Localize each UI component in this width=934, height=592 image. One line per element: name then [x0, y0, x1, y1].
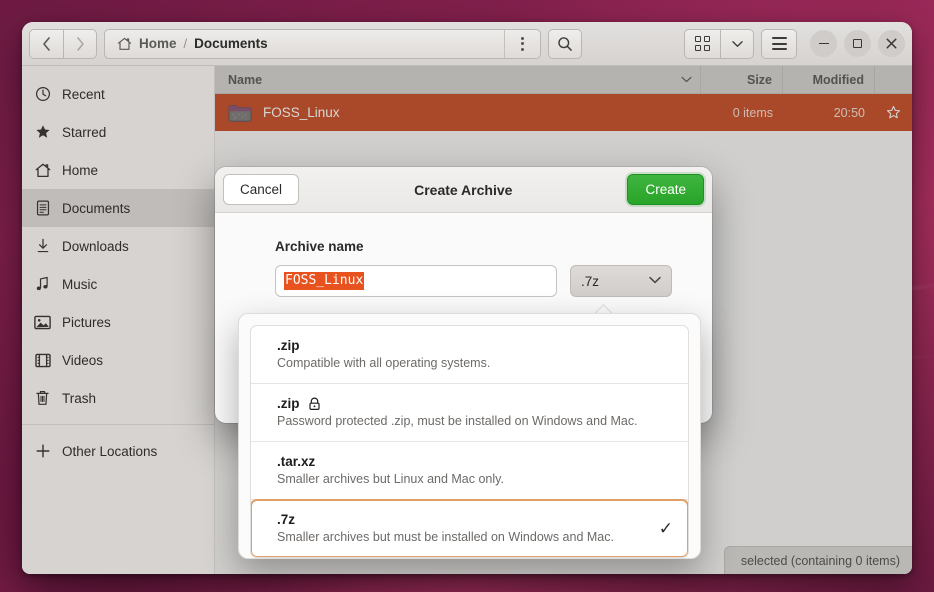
path-bar-menu-button[interactable]	[504, 29, 540, 58]
film-icon	[34, 352, 51, 369]
sidebar-item-other-locations[interactable]: Other Locations	[22, 432, 214, 470]
breadcrumb-item-home[interactable]: Home	[139, 36, 177, 51]
sidebar-item-label: Home	[62, 162, 99, 178]
clock-icon	[34, 86, 51, 103]
archive-format-option-list: .zip Compatible with all operating syste…	[250, 325, 689, 558]
sidebar-item-documents[interactable]: Documents	[22, 189, 214, 227]
format-option-desc: Compatible with all operating systems.	[277, 356, 491, 370]
sidebar-item-pictures[interactable]: Pictures	[22, 303, 214, 341]
format-option-title: .zip	[277, 396, 638, 411]
sidebar-item-label: Videos	[62, 352, 104, 368]
format-option-title-label: .zip	[277, 338, 300, 353]
archive-name-label: Archive name	[275, 239, 364, 254]
format-option-title: .tar.xz	[277, 454, 504, 469]
home-icon	[34, 162, 51, 179]
dialog-header: Cancel Create Archive Create	[215, 167, 712, 213]
sidebar-item-videos[interactable]: Videos	[22, 341, 214, 379]
sidebar: Recent Starred Home Documents Downloads …	[22, 66, 215, 574]
sidebar-item-music[interactable]: Music	[22, 265, 214, 303]
window-header-bar: Home / Documents	[22, 22, 912, 66]
format-option-desc: Password protected .zip, must be install…	[277, 414, 638, 428]
image-icon	[34, 314, 51, 331]
format-option-texts: .zip Compatible with all operating syste…	[277, 338, 490, 370]
search-icon	[558, 36, 572, 51]
archive-format-popover: .zip Compatible with all operating syste…	[238, 313, 701, 559]
sidebar-item-recent[interactable]: Recent	[22, 75, 214, 113]
sidebar-item-downloads[interactable]: Downloads	[22, 227, 214, 265]
chevron-right-icon	[76, 36, 84, 51]
star-icon	[34, 124, 51, 141]
check-icon: ✓	[658, 518, 673, 538]
breadcrumb-item-documents[interactable]: Documents	[194, 36, 268, 51]
format-option-7z[interactable]: .7z Smaller archives but must be install…	[251, 499, 688, 557]
main-menu-button[interactable]	[761, 28, 797, 59]
archive-name-input[interactable]: FOSS_Linux	[275, 265, 557, 297]
view-mode-controls	[684, 28, 754, 59]
format-option-zip-encrypted[interactable]: .zip Password protected .zip, must be in…	[251, 384, 688, 442]
archive-name-row: FOSS_Linux .7z	[275, 265, 672, 297]
chevron-down-icon	[731, 40, 743, 47]
three-dots-vertical-icon	[521, 36, 524, 51]
maximize-icon	[853, 39, 862, 48]
breadcrumb-separator: /	[183, 36, 188, 51]
format-option-title: .7z	[277, 512, 614, 527]
breadcrumb-path-bar[interactable]: Home / Documents	[104, 28, 541, 59]
window-controls	[810, 30, 905, 57]
plus-icon	[34, 443, 51, 460]
sidebar-divider	[22, 424, 214, 425]
chevron-down-icon	[649, 275, 661, 287]
sidebar-item-starred[interactable]: Starred	[22, 113, 214, 151]
format-option-title-label: .7z	[277, 512, 296, 527]
sidebar-item-label: Recent	[62, 86, 105, 102]
sidebar-item-label: Documents	[62, 200, 131, 216]
format-option-texts: .zip Password protected .zip, must be in…	[277, 396, 638, 428]
sidebar-item-label: Starred	[62, 124, 107, 140]
sidebar-item-home[interactable]: Home	[22, 151, 214, 189]
format-option-desc: Smaller archives but Linux and Mac only.	[277, 472, 504, 486]
search-button[interactable]	[548, 28, 582, 59]
minimize-icon	[818, 42, 829, 45]
archive-format-dropdown[interactable]: .7z	[570, 265, 672, 297]
close-icon	[886, 38, 897, 49]
music-icon	[34, 276, 51, 293]
navigation-buttons	[29, 28, 97, 59]
archive-format-value: .7z	[581, 273, 600, 289]
hamburger-menu-icon	[771, 37, 787, 50]
home-icon	[117, 37, 132, 51]
sidebar-item-label: Other Locations	[62, 443, 158, 459]
format-option-title-label: .zip	[277, 396, 300, 411]
dialog-body: Archive name FOSS_Linux .7z	[215, 213, 712, 297]
view-options-dropdown[interactable]	[720, 28, 754, 59]
format-option-desc: Smaller archives but must be installed o…	[277, 530, 614, 544]
format-option-texts: .7z Smaller archives but must be install…	[277, 512, 614, 544]
back-button[interactable]	[29, 28, 63, 59]
close-button[interactable]	[878, 30, 905, 57]
sidebar-item-trash[interactable]: Trash	[22, 379, 214, 417]
minimize-button[interactable]	[810, 30, 837, 57]
forward-button[interactable]	[63, 28, 97, 59]
dialog-title: Create Archive	[414, 181, 513, 198]
maximize-button[interactable]	[844, 30, 871, 57]
download-icon	[34, 238, 51, 255]
breadcrumb: Home / Documents	[117, 36, 504, 51]
cancel-button[interactable]: Cancel	[223, 174, 300, 205]
format-option-texts: .tar.xz Smaller archives but Linux and M…	[277, 454, 504, 486]
sidebar-item-label: Music	[62, 276, 98, 292]
sidebar-item-label: Trash	[62, 390, 97, 406]
grid-view-button[interactable]	[684, 28, 720, 59]
sidebar-item-label: Downloads	[62, 238, 129, 254]
lock-icon	[308, 397, 321, 411]
format-option-title: .zip	[277, 338, 490, 353]
format-option-tarxz[interactable]: .tar.xz Smaller archives but Linux and M…	[251, 442, 688, 500]
grid-view-icon	[695, 36, 710, 51]
format-option-title-label: .tar.xz	[277, 454, 316, 469]
archive-name-value: FOSS_Linux	[284, 272, 365, 290]
create-button[interactable]: Create	[627, 174, 704, 205]
sidebar-item-label: Pictures	[62, 314, 111, 330]
chevron-left-icon	[43, 36, 50, 51]
trash-icon	[34, 390, 51, 407]
format-option-zip[interactable]: .zip Compatible with all operating syste…	[251, 326, 688, 384]
document-icon	[34, 200, 51, 217]
